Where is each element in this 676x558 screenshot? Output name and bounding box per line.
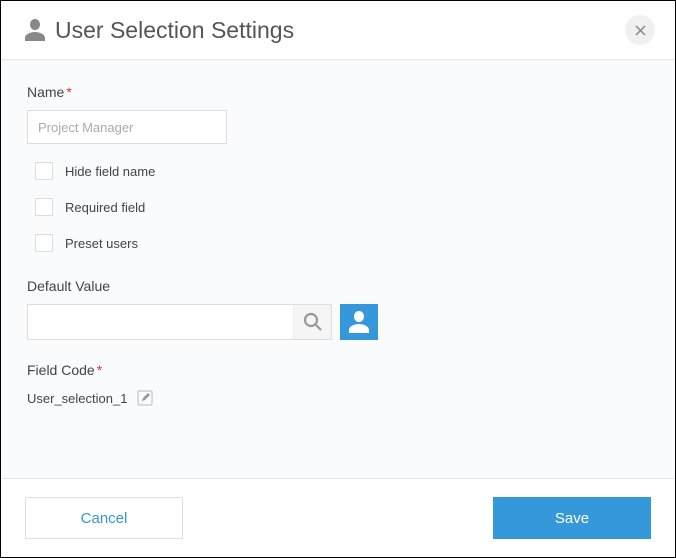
default-value-input-wrap [27,304,332,340]
search-button[interactable] [293,305,331,339]
modal-footer: Cancel Save [1,478,675,557]
required-field-checkbox[interactable] [35,198,53,216]
hide-field-label: Hide field name [65,164,155,179]
modal-title-wrap: User Selection Settings [25,17,625,44]
save-button[interactable]: Save [493,497,651,539]
hide-field-row: Hide field name [27,162,649,180]
name-field-group: Name* [27,84,649,144]
modal-body: Name* Hide field name Required field Pre… [1,60,675,478]
user-icon [25,19,45,41]
search-icon [303,312,323,332]
close-icon [635,25,646,36]
field-code-group: Field Code* User_selection_1 [27,362,649,408]
preset-users-label: Preset users [65,236,138,251]
name-input[interactable] [27,110,227,144]
select-user-button[interactable] [340,304,378,340]
preset-users-row: Preset users [27,234,649,252]
default-value-input[interactable] [28,305,293,339]
field-code-value-row: User_selection_1 [27,388,649,408]
required-star: * [97,362,102,378]
edit-field-code-button[interactable] [135,388,155,408]
required-star: * [66,84,71,100]
required-field-row: Required field [27,198,649,216]
user-selection-settings-modal: User Selection Settings Name* Hide field… [0,0,676,558]
default-value-group: Default Value [27,278,649,340]
cancel-button[interactable]: Cancel [25,497,183,539]
preset-users-checkbox[interactable] [35,234,53,252]
hide-field-checkbox[interactable] [35,162,53,180]
modal-header: User Selection Settings [1,1,675,60]
field-code-value: User_selection_1 [27,391,127,406]
user-select-icon [349,311,369,333]
field-code-label: Field Code* [27,362,649,378]
default-value-row [27,304,649,340]
modal-title: User Selection Settings [55,17,294,44]
close-button[interactable] [625,15,655,45]
default-value-label: Default Value [27,278,649,294]
required-field-label: Required field [65,200,145,215]
pencil-icon [137,390,153,406]
name-label: Name* [27,84,649,100]
